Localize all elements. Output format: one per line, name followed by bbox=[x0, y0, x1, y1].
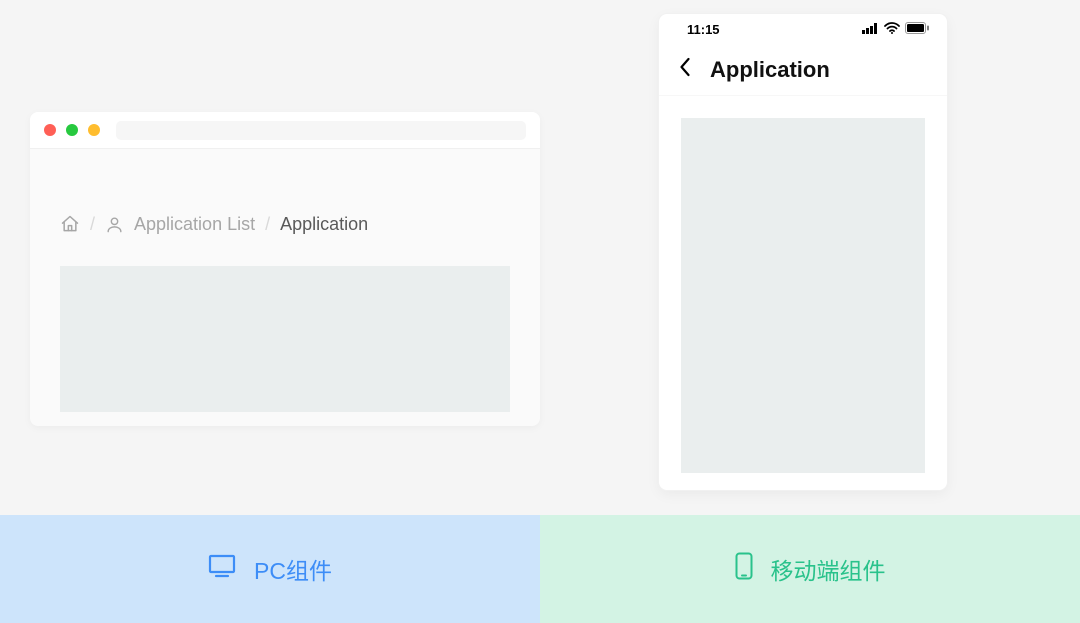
phone-icon bbox=[735, 552, 753, 586]
mobile-page-title: Application bbox=[710, 57, 830, 83]
breadcrumb-current: Application bbox=[280, 214, 368, 235]
user-icon[interactable] bbox=[105, 215, 124, 234]
mobile-header: Application bbox=[659, 44, 947, 96]
pc-browser-frame: / Application List / Application bbox=[30, 112, 540, 426]
browser-tab-area bbox=[30, 149, 540, 204]
breadcrumb-separator: / bbox=[90, 214, 95, 235]
pc-component-tab[interactable]: PC组件 bbox=[0, 515, 540, 623]
breadcrumb-separator: / bbox=[265, 214, 270, 235]
window-close-dot[interactable] bbox=[44, 124, 56, 136]
pc-component-label: PC组件 bbox=[254, 552, 332, 586]
browser-url-bar[interactable] bbox=[116, 121, 526, 140]
content-placeholder bbox=[681, 118, 925, 473]
status-bar: 11:15 bbox=[659, 14, 947, 44]
content-placeholder bbox=[60, 266, 510, 412]
back-icon[interactable] bbox=[677, 57, 692, 82]
breadcrumb-link-list[interactable]: Application List bbox=[134, 214, 255, 235]
cellular-icon bbox=[862, 22, 879, 37]
browser-window-controls bbox=[30, 112, 540, 149]
breadcrumb: / Application List / Application bbox=[30, 204, 540, 244]
status-time: 11:15 bbox=[687, 22, 720, 37]
window-minimize-dot[interactable] bbox=[66, 124, 78, 136]
wifi-icon bbox=[884, 22, 900, 37]
monitor-icon bbox=[208, 554, 236, 584]
home-icon[interactable] bbox=[60, 214, 80, 234]
battery-icon bbox=[905, 22, 929, 37]
window-zoom-dot[interactable] bbox=[88, 124, 100, 136]
mobile-component-label: 移动端组件 bbox=[771, 552, 886, 586]
mobile-component-tab[interactable]: 移动端组件 bbox=[540, 515, 1080, 623]
component-type-bar: PC组件 移动端组件 bbox=[0, 515, 1080, 623]
mobile-frame: 11:15 Application bbox=[659, 14, 947, 490]
